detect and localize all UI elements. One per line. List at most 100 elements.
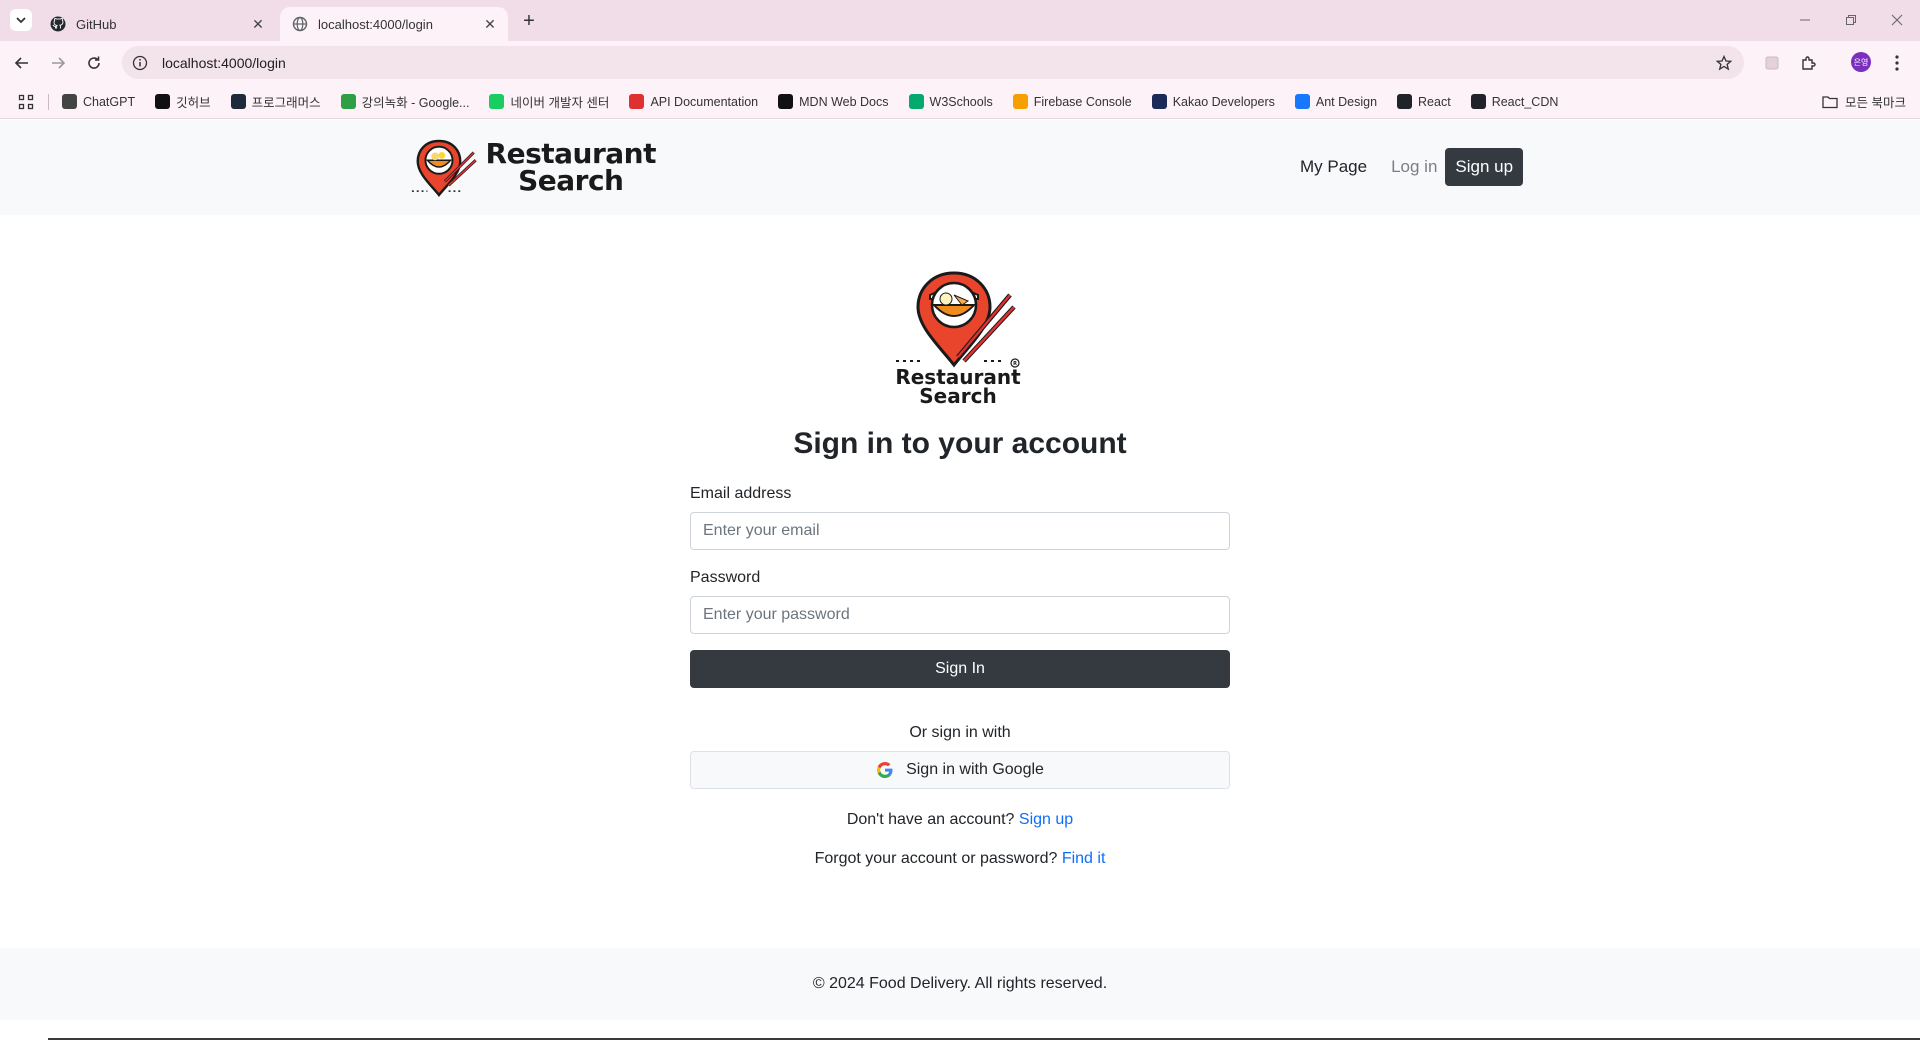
extension-placeholder-icon[interactable] [1761,52,1783,74]
login-page: R Restaurant Search Sign in to your acco… [0,215,1920,948]
all-bookmarks-label: 모든 북마크 [1845,96,1906,110]
github-icon [155,94,171,109]
tab-strip: GitHub ✕ localhost:4000/login ✕ + [0,0,1920,41]
profile-avatar[interactable]: 은영 [1851,52,1871,72]
restore-icon[interactable] [1840,10,1862,30]
bookmarks-divider [48,94,49,110]
apps-grid-icon[interactable] [16,92,36,112]
site-info-icon[interactable] [130,53,150,73]
taskbar-edge-line [48,1038,1920,1040]
menu-kebab-icon[interactable] [1886,52,1908,74]
react-icon [1470,94,1486,109]
bookmark-item[interactable]: MDN Web Docs [778,94,889,109]
restaurant-logo-icon [411,139,477,197]
footer-copyright: © 2024 Food Delivery. All rights reserve… [812,975,1108,992]
bookmark-label: ChatGPT [83,94,136,109]
tab-localhost-login[interactable]: localhost:4000/login ✕ [280,7,508,41]
github-icon [50,16,66,32]
or-sign-in-with-text: Or sign in with [909,724,1011,741]
bookmark-label: 프로그래머스 [251,96,321,110]
email-input[interactable] [690,512,1230,550]
tab-search-button[interactable] [10,9,32,31]
email-label: Email address [690,485,792,502]
bookmark-item[interactable]: React [1397,94,1451,109]
url-text: localhost:4000/login [162,54,286,71]
kakao-icon [1151,94,1167,109]
tab-title: localhost:4000/login [318,16,433,32]
bookmark-item[interactable]: 강의녹화 - Google... [340,92,470,111]
logo-text-line2: Search [919,384,996,405]
ant-design-icon [1294,94,1310,109]
forward-arrow-icon[interactable] [45,50,71,76]
site-header: Restaurant Search My Page Log in Sign up [0,120,1920,215]
globe-icon [292,16,308,32]
bookmark-item[interactable]: Ant Design [1294,94,1378,109]
bookmark-item[interactable]: 깃허브 [155,92,211,111]
bookmark-label: 네이버 개발자 센터 [510,96,610,110]
main-nav: My Page Log in Sign up [1300,146,1524,188]
google-button-label: Sign in with Google [906,761,1044,778]
no-account-text: Don't have an account? [846,811,1015,828]
programmers-icon [230,94,246,109]
login-form: Email address Password Sign In Or sign i… [690,485,1230,868]
close-tab-icon[interactable]: ✕ [250,16,266,32]
signup-prompt: Don't have an account? Sign up [690,811,1230,829]
bookmarks-bar: ChatGPT 깃허브 프로그래머스 강의녹화 - Google... 네이버 개발자 … [0,84,1920,119]
back-arrow-icon[interactable] [9,50,35,76]
bookmark-star-icon[interactable] [1714,53,1734,73]
bookmark-label: React_CDN [1491,94,1559,109]
bookmark-label: React [1418,94,1451,109]
google-sign-in-button[interactable]: Sign in with Google [690,751,1230,789]
bookmark-label: 강의녹화 - Google... [361,96,470,110]
password-input[interactable] [690,596,1230,634]
bookmarks-list: ChatGPT 깃허브 프로그래머스 강의녹화 - Google... 네이버 개발자 … [62,84,1578,119]
forgot-text: Forgot your account or password? [814,850,1058,867]
bookmark-label: 깃허브 [176,96,211,110]
browser-toolbar: localhost:4000/login 은영 [0,41,1920,84]
brand-name-line1: Restaurant [485,137,657,170]
folder-icon [1822,95,1838,108]
find-it-link[interactable]: Find it [1062,850,1106,867]
password-label: Password [690,569,761,586]
nav-my-page-link[interactable]: My Page [1300,157,1367,177]
nav-log-in-link[interactable]: Log in [1391,157,1437,177]
forgot-prompt: Forgot your account or password? Find it [690,850,1230,868]
bookmark-label: Ant Design [1315,94,1378,109]
mdn-icon [778,94,794,109]
page-title: Sign in to your account [793,427,1127,460]
bookmark-label: Firebase Console [1033,94,1132,109]
close-tab-icon[interactable]: ✕ [482,16,498,32]
naver-icon [489,94,505,109]
bookmark-label: MDN Web Docs [799,94,889,109]
bookmark-item[interactable]: Firebase Console [1012,94,1132,109]
google-icon [877,762,893,778]
nav-sign-up-button[interactable]: Sign up [1445,148,1524,186]
sign-in-button[interactable]: Sign In [690,650,1230,688]
bookmark-label: Kakao Developers [1172,94,1275,109]
address-bar[interactable]: localhost:4000/login [122,46,1744,79]
sign-up-link[interactable]: Sign up [1019,811,1073,828]
close-window-icon[interactable] [1886,10,1908,30]
tab-title: GitHub [76,16,117,32]
bookmark-item[interactable]: 프로그래머스 [230,92,321,111]
tab-github[interactable]: GitHub ✕ [38,7,276,41]
bookmark-item[interactable]: 네이버 개발자 센터 [489,92,609,111]
bookmark-item[interactable]: Kakao Developers [1151,94,1275,109]
site-footer: © 2024 Food Delivery. All rights reserve… [0,948,1920,1020]
bookmark-item[interactable]: ChatGPT [62,94,135,109]
bookmark-item[interactable]: W3Schools [908,94,993,109]
bookmark-item[interactable]: API Documentation [629,94,758,109]
bookmark-item[interactable]: React_CDN [1470,94,1559,109]
extensions-puzzle-icon[interactable] [1798,52,1820,74]
chatgpt-icon [62,94,77,109]
bookmark-label: API Documentation [650,94,759,109]
new-tab-plus-icon[interactable]: + [518,10,540,32]
google-drive-icon [340,94,356,109]
chevron-down-icon [16,17,26,24]
restaurant-search-logo: R Restaurant Search [895,271,1021,405]
all-bookmarks-button[interactable]: 모든 북마크 [1822,92,1906,111]
reload-icon[interactable] [81,50,107,76]
brand-name: Restaurant Search [485,137,657,195]
brand-logo-link[interactable]: Restaurant Search [410,134,657,200]
minimize-icon[interactable] [1794,10,1816,30]
